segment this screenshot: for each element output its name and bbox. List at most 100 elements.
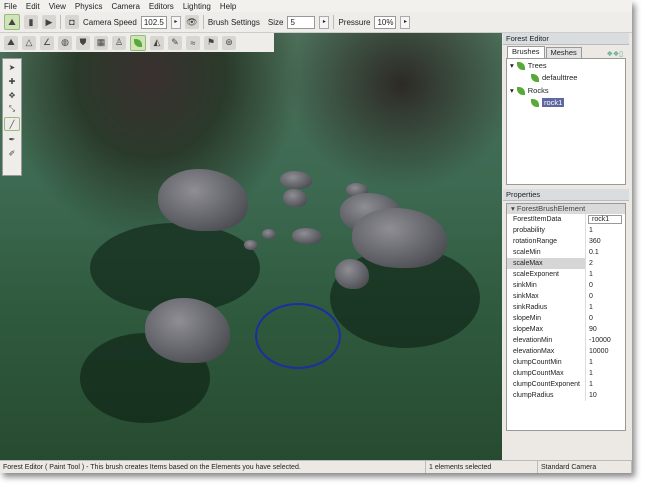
3d-viewport[interactable] [0,33,502,460]
property-value[interactable]: 10 [586,390,625,401]
camera-icon[interactable]: ◘ [65,15,79,29]
tab-brushes[interactable]: Brushes [507,46,545,58]
property-row[interactable]: slopeMin 0 [507,313,625,324]
property-row[interactable]: clumpCountExponent 1 [507,379,625,390]
property-key: elevationMin [507,335,586,346]
menu-file[interactable]: File [4,2,17,11]
property-value[interactable]: 0 [586,280,625,291]
property-row[interactable]: slopeMax 90 [507,324,625,335]
properties-grid: ▾ ForestBrushElement ForestItemData rock1… [506,203,626,431]
property-value[interactable]: 2 [586,258,625,269]
property-row[interactable]: scaleExponent 1 [507,269,625,280]
world-editor-icon[interactable]: ⛰ [4,14,20,30]
select-arrow-icon[interactable]: ➤ [5,61,19,73]
stamp-icon[interactable]: ♙ [112,35,126,50]
forest-editor-title: Forest Editor [503,33,629,45]
camera-speed-spinner[interactable]: ▸ [170,15,181,29]
mesh-icon[interactable]: ◭ [150,35,164,50]
property-value[interactable]: 1 [586,302,625,313]
property-value[interactable]: 1 [586,269,625,280]
property-value[interactable]: 1 [586,225,625,236]
property-row[interactable]: elevationMin -10000 [507,335,625,346]
property-row[interactable]: sinkMax 0 [507,291,625,302]
brush-settings-label: Brush Settings [207,17,260,27]
road-icon[interactable]: ✎ [168,35,182,50]
property-value[interactable]: -10000 [586,335,625,346]
gui-editor-icon[interactable]: ▮ [24,15,38,29]
property-row[interactable]: sinkRadius 1 [507,302,625,313]
menu-physics[interactable]: Physics [75,2,103,11]
property-key: slopeMax [507,324,586,335]
rock [352,208,447,268]
menu-edit[interactable]: Edit [26,2,40,11]
property-key: clumpCountMin [507,357,586,368]
property-value[interactable]: 0 [586,313,625,324]
property-row[interactable]: scaleMax 2 [507,258,625,269]
property-row[interactable]: rotationRange 360 [507,236,625,247]
property-row[interactable]: ForestItemData rock1 [507,214,625,225]
brush-circle [255,303,341,369]
image-icon[interactable]: ▦ [94,35,108,50]
property-row[interactable]: clumpRadius 10 [507,390,625,401]
menu-camera[interactable]: Camera [111,2,139,11]
item-data-dropdown[interactable]: rock1 [588,215,622,224]
scale-icon[interactable]: ⤡ [5,103,19,115]
menu-editors[interactable]: Editors [149,2,174,11]
property-row[interactable]: elevationMax 10000 [507,346,625,357]
property-group[interactable]: ▾ ForestBrushElement [507,204,625,214]
property-row[interactable]: sinkMin 0 [507,280,625,291]
divider [333,15,335,29]
size-label: Size [267,17,284,27]
editor-window: File Edit View Physics Camera Editors Li… [0,0,632,473]
move-icon[interactable]: ✥ [5,89,19,101]
property-row[interactable]: clumpCountMax 1 [507,368,625,379]
decal-icon[interactable]: ⚑ [204,35,218,50]
add-delete-icons[interactable]: ❖❖▯ [607,50,623,58]
tree-node-trees[interactable]: ▾ Trees [510,61,547,70]
property-row[interactable]: probability 1 [507,225,625,236]
tree-node-rock1[interactable]: rock1 [531,98,565,107]
shape-icon[interactable]: △ [22,35,36,50]
rock [262,229,276,239]
property-value[interactable]: 1 [586,379,625,390]
property-key: slopeMin [507,313,586,324]
status-bar: Forest Editor ( Paint Tool ) - This brus… [0,460,632,473]
erase-icon[interactable]: ✐ [5,147,19,159]
tool-palette: ➤ ✚ ✥ ⤡ ╱ ✒ ✐ [2,58,22,176]
forest-leaf-icon[interactable] [130,34,146,51]
play-icon[interactable]: ▶ [42,15,56,29]
size-input[interactable]: 5 [287,15,316,29]
visibility-eye-icon[interactable]: 👁 [184,15,199,29]
tab-meshes[interactable]: Meshes [545,47,582,58]
menu-help[interactable]: Help [220,2,236,11]
property-value[interactable]: 360 [586,236,625,247]
pressure-spinner[interactable]: ▸ [400,15,411,29]
status-message: Forest Editor ( Paint Tool ) - This brus… [0,461,426,473]
river-icon[interactable]: ≈ [186,35,200,50]
property-value[interactable]: 90 [586,324,625,335]
angle-icon[interactable]: ∠ [40,35,54,50]
pen-icon[interactable]: ✒ [5,133,19,145]
property-row[interactable]: clumpCountMin 1 [507,357,625,368]
property-value[interactable]: 1 [586,368,625,379]
main-toolbar: ⛰ ▮ ▶ ◘ Camera Speed 102.5 ▸ 👁 Brush Set… [0,12,632,33]
camera-speed-label: Camera Speed [83,17,137,27]
shield-icon[interactable]: ⛊ [76,35,90,50]
terrain-icon[interactable]: ⛰ [4,35,18,50]
size-spinner[interactable]: ▸ [319,15,330,29]
menu-lighting[interactable]: Lighting [183,2,211,11]
sphere-icon[interactable]: ◍ [58,35,72,50]
tree-node-defaulttree[interactable]: defaulttree [531,73,577,82]
paint-icon[interactable]: ✚ [5,75,19,87]
property-value[interactable]: 0 [586,291,625,302]
pressure-input[interactable]: 10% [374,15,397,29]
property-row[interactable]: scaleMin 0.1 [507,247,625,258]
property-value[interactable]: 10000 [586,346,625,357]
menu-view[interactable]: View [49,2,66,11]
camera-speed-input[interactable]: 102.5 [140,15,167,29]
property-value[interactable]: 0.1 [586,247,625,258]
property-value[interactable]: 1 [586,357,625,368]
brush-line-icon[interactable]: ╱ [4,117,20,131]
particle-icon[interactable]: ⊛ [222,35,236,50]
tree-node-rocks[interactable]: ▾ Rocks [510,86,549,95]
